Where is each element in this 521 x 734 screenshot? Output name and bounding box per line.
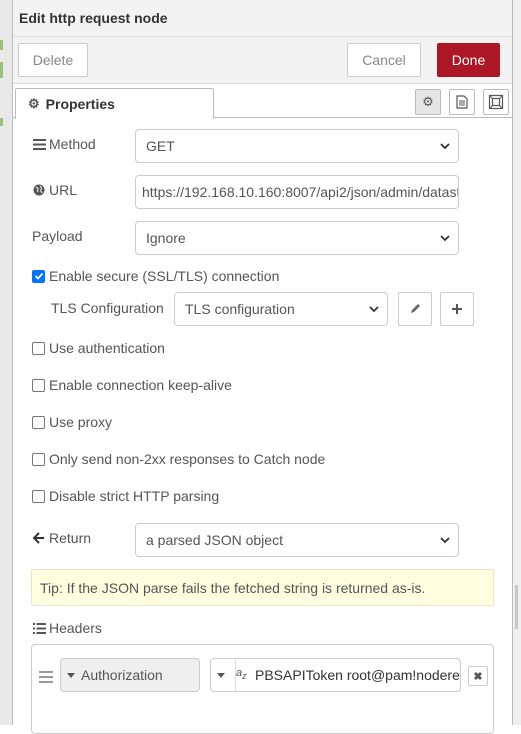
settings-tab-button[interactable]: ⚙ [415,89,441,115]
header-value-input[interactable]: az PBSAPIToken root@pam!nodered [210,658,461,692]
non2xx-checkbox[interactable] [32,452,45,466]
flow-marker [0,40,3,50]
arrow-left-icon [32,532,46,544]
headers-list: Authorization az PBSAPIToken root@pam!no… [31,644,494,734]
method-label: Method [32,136,96,152]
method-select-value: GET [146,138,175,154]
list-icon [32,622,46,634]
delete-button[interactable]: Delete [18,43,88,77]
chevron-down-icon [440,537,450,544]
edit-tray: Edit http request node Delete Cancel Don… [12,0,513,734]
remove-header-button[interactable]: ✖ [468,666,488,686]
tls-config-select[interactable]: TLS configuration [174,292,388,326]
header-key-value: Authorization [81,667,163,683]
chevron-down-icon [369,306,379,313]
strict-http-checkbox[interactable] [32,489,45,503]
caret-down-icon [217,673,225,678]
description-tab-button[interactable] [449,89,475,115]
header-key-select[interactable]: Authorization [60,658,200,692]
payload-label-text: Payload [32,228,83,244]
strict-http-row[interactable]: Disable strict HTTP parsing [32,488,219,504]
tls-enable-checkbox[interactable] [32,269,45,283]
url-label: URL [32,182,77,198]
tasks-icon [32,138,46,150]
headers-label: Headers [32,620,102,636]
gear-icon: ⚙ [422,94,434,109]
scrollbar-thumb[interactable] [515,585,518,629]
url-label-text: URL [49,182,78,198]
use-proxy-label: Use proxy [49,414,113,430]
use-auth-label: Use authentication [49,340,165,356]
non2xx-row[interactable]: Only send non-2xx responses to Catch nod… [32,451,325,467]
add-tls-button[interactable] [440,292,474,326]
flow-marker [0,62,3,78]
left-strip [0,0,12,725]
pencil-icon [411,304,420,313]
scrollbar-track[interactable] [513,0,521,725]
tls-enable-row[interactable]: Enable secure (SSL/TLS) connection [32,268,279,284]
return-label: Return [32,530,91,546]
document-icon [456,95,468,109]
tab-properties[interactable]: ⚙ Properties [15,88,214,119]
header-value-text: PBSAPIToken root@pam!nodered [255,667,461,683]
flow-marker [0,118,3,126]
keep-alive-label: Enable connection keep-alive [49,377,232,393]
tls-config-label: TLS Configuration [51,300,164,316]
method-label-text: Method [49,136,96,152]
payload-select[interactable]: Ignore [135,221,459,255]
tray-toolbar: Delete Cancel Done [13,37,512,84]
method-select[interactable]: GET [135,129,459,163]
gear-icon: ⚙ [28,95,40,111]
url-input[interactable]: https://192.168.10.160:8007/api2/json/ad… [135,175,459,209]
cancel-button[interactable]: Cancel [347,43,421,77]
tls-enable-label: Enable secure (SSL/TLS) connection [49,268,280,284]
chevron-down-icon [440,235,450,242]
frame-icon [488,94,504,110]
globe-icon [32,184,46,196]
return-label-text: Return [49,530,92,546]
use-proxy-row[interactable]: Use proxy [32,414,112,430]
tray-title: Edit http request node [19,10,168,26]
tls-config-label-text: TLS Configuration [51,300,164,316]
drag-handle-icon[interactable] [39,671,53,686]
return-select[interactable]: a parsed JSON object [135,523,459,557]
non2xx-label: Only send non-2xx responses to Catch nod… [49,451,326,467]
tab-properties-label: Properties [45,95,115,112]
strict-http-label: Disable strict HTTP parsing [49,488,220,504]
edit-tls-button[interactable] [398,292,432,326]
use-auth-row[interactable]: Use authentication [32,340,165,356]
keep-alive-checkbox[interactable] [32,378,45,392]
string-type-icon: az [236,667,247,682]
tray-header: Edit http request node [13,0,512,37]
payload-label: Payload [32,228,83,244]
plus-icon [452,304,462,314]
tabs-bar: ⚙ Properties ⚙ [13,84,512,119]
headers-label-text: Headers [49,620,102,636]
payload-select-value: Ignore [146,230,186,246]
caret-down-icon [67,673,75,678]
use-proxy-checkbox[interactable] [32,415,45,429]
tip-box: Tip: If the JSON parse fails the fetched… [31,569,494,606]
chevron-down-icon [440,143,450,150]
close-icon: ✖ [473,670,483,683]
keep-alive-row[interactable]: Enable connection keep-alive [32,377,232,393]
tls-config-select-value: TLS configuration [185,301,295,317]
checkmark-icon [34,272,43,280]
appearance-tab-button[interactable] [483,89,509,115]
done-button[interactable]: Done [437,43,500,77]
use-auth-checkbox[interactable] [32,341,45,355]
return-select-value: a parsed JSON object [146,532,283,548]
